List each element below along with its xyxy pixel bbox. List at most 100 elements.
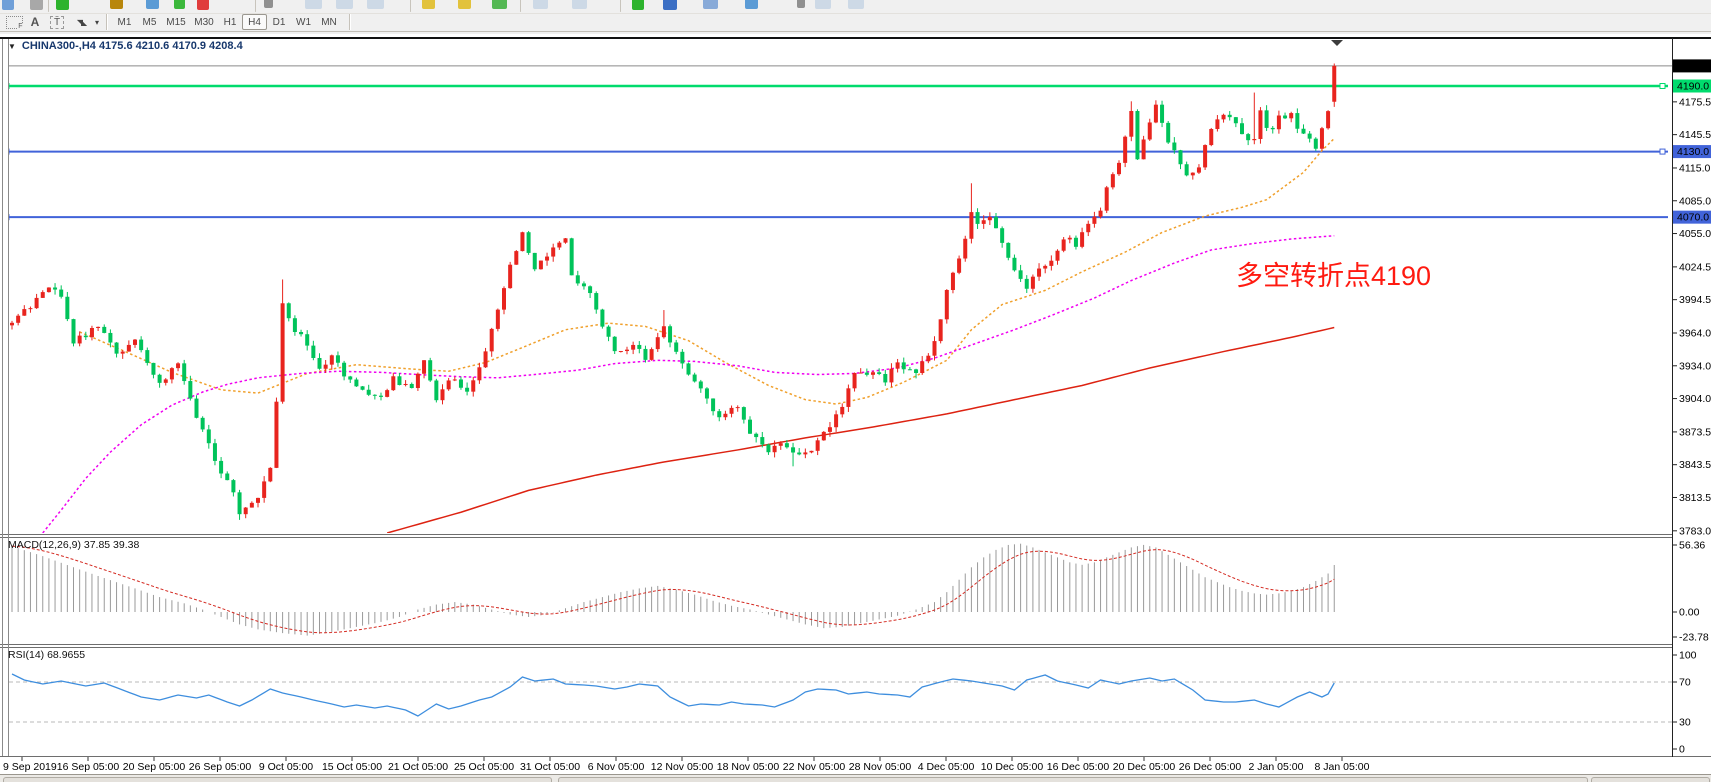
candle [742,407,746,420]
toolbar-icon-fragment[interactable] [174,0,185,9]
candle [207,429,211,443]
candle [1295,113,1299,129]
tool-arrows-button[interactable]: ◥◣ [70,14,92,30]
candle [299,332,303,334]
toolbar-icon-fragment[interactable] [572,0,587,9]
candle [846,388,850,407]
toolbar-icon-fragment[interactable] [458,0,471,9]
timeframe-button-D1[interactable]: D1 [267,14,291,30]
tool-grid-button[interactable]: F [3,14,25,30]
toolbar-icon-fragment[interactable] [30,0,43,10]
toolbar-icon-fragment[interactable] [620,0,621,12]
price-tick-label: 4115.0 [1679,162,1710,174]
panel-separator [0,534,1711,535]
candle [1025,279,1029,289]
bottom-strip-segment[interactable] [1591,777,1710,782]
toolbar-icon-fragment[interactable] [632,0,644,10]
price-tick-label: 3934.0 [1679,360,1711,372]
candle [195,399,199,418]
candle [1320,128,1324,149]
candle [459,379,463,387]
timeframe-button-M30[interactable]: M30 [190,14,218,30]
time-tick-label: 9 Oct 05:00 [259,761,313,773]
toolbar-icon-fragment[interactable] [663,0,677,10]
grid-icon: F [6,16,23,29]
toolbar-icon-fragment[interactable] [703,0,718,9]
toolbar-icon-fragment[interactable] [56,0,69,10]
toolbar-icon-fragment[interactable] [336,0,353,9]
candle [47,287,51,292]
candle [588,286,592,293]
timeframe-button-W1[interactable]: W1 [291,14,316,30]
toolbar-icon-fragment[interactable] [255,0,256,12]
toolbar-icon-fragment[interactable] [533,0,548,9]
tool-text-button[interactable]: A [27,14,43,30]
toolbar-icon-fragment[interactable] [2,0,14,10]
toolbar-icon-fragment[interactable] [110,0,123,9]
toolbar-icon-fragment[interactable] [492,0,507,9]
candle [1265,110,1269,128]
tool-text-label-button[interactable]: T [47,14,67,30]
rsi-panel[interactable] [9,647,1672,756]
panel-separator [0,647,1711,648]
candle [1240,123,1244,134]
timeframe-button-H1[interactable]: H1 [218,14,242,30]
timeframe-button-M5[interactable]: M5 [137,14,162,30]
candle [723,414,727,417]
price-tick-label: 4145.5 [1679,129,1711,141]
macd-tick-label: 56.36 [1679,540,1705,552]
toolbar-icon-fragment[interactable] [745,0,758,9]
hline-handle[interactable] [1660,84,1665,89]
candle [557,243,561,248]
timeframe-button-M1[interactable]: M1 [112,14,137,30]
candle [361,386,365,389]
candle [16,316,20,323]
candle [539,261,543,270]
toolbar-icon-fragment[interactable] [367,0,384,9]
toolbar-icon-fragment[interactable] [410,0,411,12]
chart-top-border [0,37,1711,39]
candle [902,362,906,369]
candle [422,360,426,374]
toolbar-icon-fragment[interactable] [197,0,209,10]
timeframe-button-H4[interactable]: H4 [242,14,267,30]
toolbar-icon-fragment[interactable] [848,0,864,9]
toolbar-icon-fragment[interactable] [422,0,435,9]
candle [465,388,469,392]
candle [176,363,180,368]
candle [318,358,322,369]
candle [699,381,703,388]
text-tool-icon: A [31,15,40,29]
symbol-dropdown-icon[interactable]: ▼ [8,42,16,51]
toolbar-icon-fragment[interactable] [48,0,49,12]
toolbar-icon-fragment[interactable] [520,0,521,12]
candle [1056,251,1060,261]
time-tick-label: 2 Jan 05:00 [1249,761,1304,773]
candle [1166,123,1170,143]
candle [994,217,998,228]
bottom-strip-segment[interactable] [3,777,552,782]
toolbar-icon-fragment[interactable] [146,0,159,9]
candle [41,292,45,298]
toolbar-icon-fragment[interactable] [797,0,805,8]
toolbar-icon-fragment[interactable] [305,0,322,9]
tool-arrows-dropdown[interactable]: ▾ [92,14,102,30]
candle [785,443,789,447]
panel-separator [0,756,1711,757]
bottom-strip-segment[interactable] [558,777,1588,782]
candle [779,443,783,446]
candle [373,395,377,396]
toolbar-icon-fragment[interactable] [264,0,273,8]
hline-handle[interactable] [1660,149,1665,154]
candle [1289,113,1293,118]
time-tick-label: 31 Oct 05:00 [520,761,580,773]
timeframe-button-MN[interactable]: MN [316,14,342,30]
candle [72,319,76,343]
candle [268,468,272,482]
timeframe-button-M15[interactable]: M15 [162,14,190,30]
candle [896,362,900,368]
candle [244,508,248,515]
candle [643,349,647,360]
candle [1258,110,1262,139]
toolbar-icon-fragment[interactable] [815,0,831,9]
